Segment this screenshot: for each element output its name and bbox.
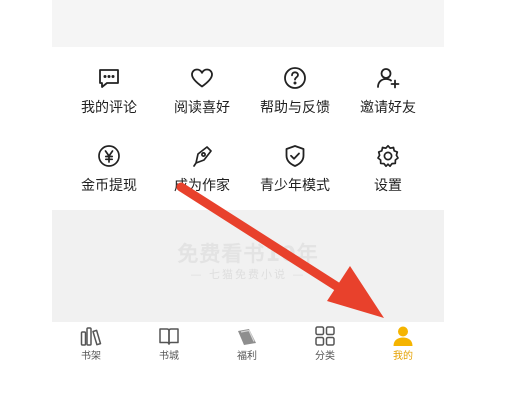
banner-subtitle: — 七猫免费小说 — — [190, 268, 306, 281]
become-writer-label: 成为作家 — [174, 178, 230, 194]
reading-preference-label: 阅读喜好 — [174, 100, 230, 116]
comment-icon — [99, 69, 119, 88]
become-writer-button[interactable]: 成为作家 — [153, 143, 251, 203]
help-feedback-label: 帮助与反馈 — [260, 100, 330, 116]
settings-label: 设置 — [374, 178, 402, 194]
top-strip — [52, 0, 444, 47]
category-icon — [315, 326, 335, 346]
help-feedback-button[interactable]: 帮助与反馈 — [246, 65, 344, 125]
promo-banner[interactable]: 免费看书10年 — 七猫免费小说 — — [52, 210, 444, 322]
tab-welfare[interactable]: 福利 — [208, 322, 286, 368]
bookshelf-icon — [80, 327, 102, 346]
tab-welfare-label: 福利 — [237, 351, 257, 362]
settings-button[interactable]: 设置 — [339, 143, 437, 203]
tab-category-label: 分类 — [315, 351, 335, 362]
coin-icon — [98, 145, 120, 167]
coin-withdraw-button[interactable]: 金币提现 — [60, 143, 158, 203]
book-icon — [159, 328, 179, 345]
tab-bookshelf[interactable]: 书架 — [52, 322, 130, 368]
bottom-tab-bar: 书架 书城 福利 分类 我的 — [52, 322, 444, 368]
tab-category[interactable]: 分类 — [286, 322, 364, 368]
reading-preference-button[interactable]: 阅读喜好 — [153, 65, 251, 125]
shield-icon — [285, 145, 305, 167]
profile-icon — [393, 326, 413, 346]
tab-bookstore[interactable]: 书城 — [130, 322, 208, 368]
gear-icon — [377, 144, 399, 168]
tab-mine-label: 我的 — [393, 351, 413, 362]
pen-icon — [193, 146, 212, 167]
tab-bookstore-label: 书城 — [159, 351, 179, 362]
function-grid: 我的评论 阅读喜好 帮助与反馈 邀请好友 金币提现 成为作家 青少年模式 设置 — [52, 47, 444, 210]
help-icon — [284, 67, 306, 89]
banner-title: 免费看书10年 — [177, 242, 319, 266]
tab-bookshelf-label: 书架 — [81, 351, 101, 362]
teen-mode-button[interactable]: 青少年模式 — [246, 143, 344, 203]
tab-mine[interactable]: 我的 — [364, 322, 442, 368]
invite-friends-label: 邀请好友 — [360, 100, 416, 116]
my-comments-label: 我的评论 — [81, 100, 137, 116]
my-comments-button[interactable]: 我的评论 — [60, 65, 158, 125]
welfare-icon — [238, 329, 256, 345]
heart-icon — [191, 68, 213, 88]
teen-mode-label: 青少年模式 — [260, 178, 330, 194]
add-user-icon — [377, 68, 400, 89]
coin-withdraw-label: 金币提现 — [81, 178, 137, 194]
invite-friends-button[interactable]: 邀请好友 — [339, 65, 437, 125]
